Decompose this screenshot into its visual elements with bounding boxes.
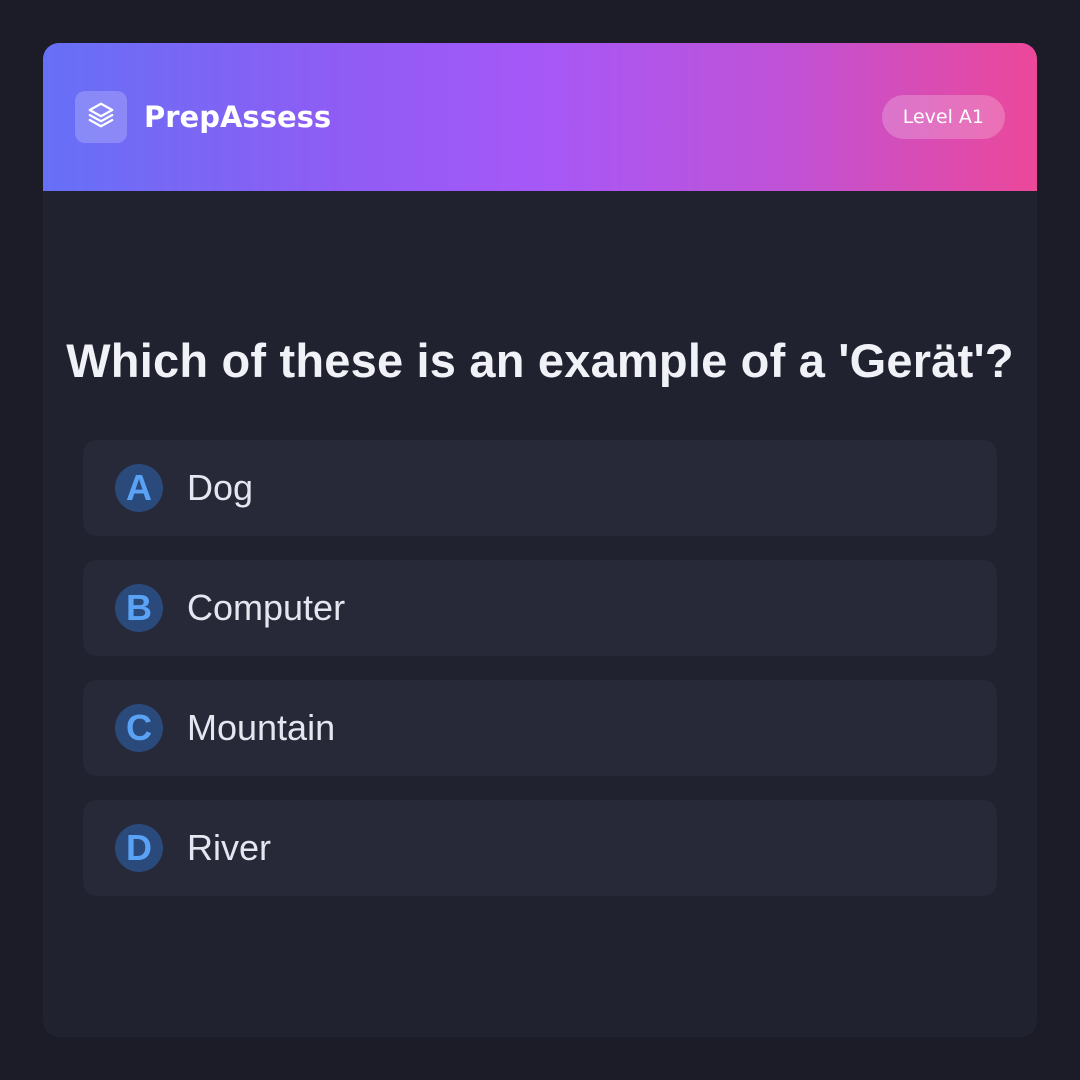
option-label: Mountain — [187, 707, 336, 748]
answer-option-b[interactable]: B Computer — [83, 560, 997, 656]
option-letter-badge: A — [115, 464, 163, 512]
answer-options: A Dog B Computer C Mountain D River — [83, 440, 997, 920]
level-badge: Level A1 — [881, 95, 1005, 139]
answer-option-d[interactable]: D River — [83, 800, 997, 896]
option-label: River — [187, 827, 272, 868]
quiz-card: PrepAssess Level A1 Which of these is an… — [43, 43, 1037, 1037]
option-label: Dog — [187, 467, 254, 508]
header-bar: PrepAssess Level A1 — [43, 43, 1037, 191]
brand-name: PrepAssess — [144, 100, 332, 134]
layers-icon — [86, 100, 116, 134]
answer-option-a[interactable]: A Dog — [83, 440, 997, 536]
option-letter-badge: D — [115, 824, 163, 872]
option-letter-badge: B — [115, 584, 163, 632]
question-text: Which of these is an example of a 'Gerät… — [66, 334, 1014, 387]
answer-option-c[interactable]: C Mountain — [83, 680, 997, 776]
logo-badge — [75, 91, 127, 143]
option-letter-badge: C — [115, 704, 163, 752]
option-label: Computer — [187, 587, 346, 628]
